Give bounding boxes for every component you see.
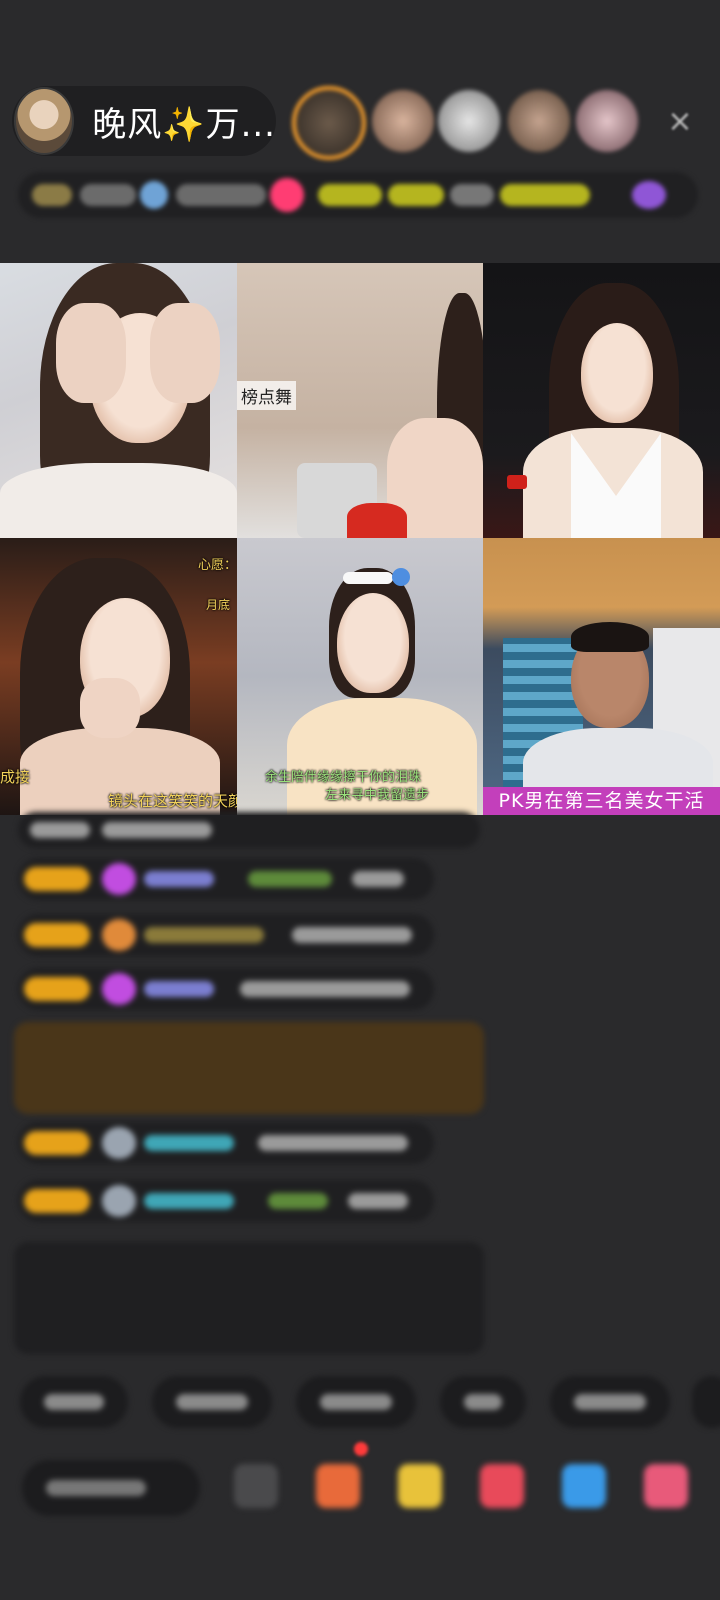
system-notice [14, 1242, 484, 1354]
guest-video-4-wish-note: 月底 [206, 598, 231, 612]
host-avatar[interactable] [14, 87, 75, 155]
top-viewer-avatar-4[interactable] [508, 90, 570, 152]
top-viewer-avatar-1[interactable] [292, 86, 366, 160]
quick-reply-4[interactable] [440, 1376, 526, 1428]
quick-reply-5[interactable] [550, 1376, 670, 1428]
chat-message-2 [18, 858, 434, 900]
emoji-icon[interactable] [234, 1464, 278, 1508]
pk-status-banner: PK男在第三名美女干活 [483, 787, 720, 815]
quick-reply-2[interactable] [152, 1376, 272, 1428]
guest-video-5-lyric-2: 左来寻中我留遗步 [325, 788, 430, 803]
gift-message [14, 1022, 484, 1114]
chat-message-5 [18, 1122, 434, 1164]
host-name: 晚风✨万... [92, 104, 276, 145]
guest-video-2[interactable]: 榜点舞 [237, 263, 483, 538]
top-viewer-avatar-5[interactable] [576, 90, 638, 152]
multi-guest-video-grid: 榜点舞 心愿： 月底 成接 镜头在这笑笑的天颜 余生陪伴缘缘擦干你的泪珠 左来寻… [0, 263, 720, 815]
quick-reply-3[interactable] [296, 1376, 416, 1428]
chat-input[interactable] [22, 1460, 200, 1516]
guest-video-5[interactable]: 余生陪伴缘缘擦干你的泪珠 左来寻中我留遗步 [237, 538, 483, 815]
treasure-icon[interactable] [398, 1464, 442, 1508]
guest-video-4[interactable]: 心愿： 月底 成接 镜头在这笑笑的天颜 [0, 538, 237, 815]
guest-video-5-lyric-1: 余生陪伴缘缘擦干你的泪珠 [265, 770, 422, 785]
share-icon[interactable] [562, 1464, 606, 1508]
host-info-pill[interactable]: 晚风✨万... [12, 86, 276, 156]
guest-video-2-caption: 榜点舞 [237, 381, 296, 410]
top-viewer-avatar-3[interactable] [438, 90, 500, 152]
guest-video-4-wish-label: 心愿： [198, 558, 237, 573]
gift-box-icon[interactable] [316, 1464, 360, 1508]
guest-video-6[interactable]: PK男在第三名美女干活 [483, 538, 720, 815]
guest-video-4-overlay-bottom: 镜头在这笑笑的天颜 [108, 792, 237, 810]
quick-reply-1[interactable] [20, 1376, 128, 1428]
quick-reply-6[interactable] [692, 1376, 720, 1428]
guest-video-3[interactable] [483, 263, 720, 538]
guest-video-4-overlay-left: 成接 [0, 768, 31, 786]
notification-dot [354, 1442, 368, 1456]
game-icon[interactable] [480, 1464, 524, 1508]
chat-message-6 [18, 1180, 434, 1222]
chat-message-4 [18, 968, 434, 1010]
chat-message-3 [18, 914, 434, 956]
gift-icon[interactable] [644, 1464, 688, 1508]
room-info-bar[interactable] [18, 172, 698, 218]
top-viewer-avatar-2[interactable] [372, 90, 434, 152]
guest-video-1[interactable] [0, 263, 237, 538]
chat-message-1 [18, 812, 480, 848]
close-icon[interactable]: × [662, 104, 698, 140]
